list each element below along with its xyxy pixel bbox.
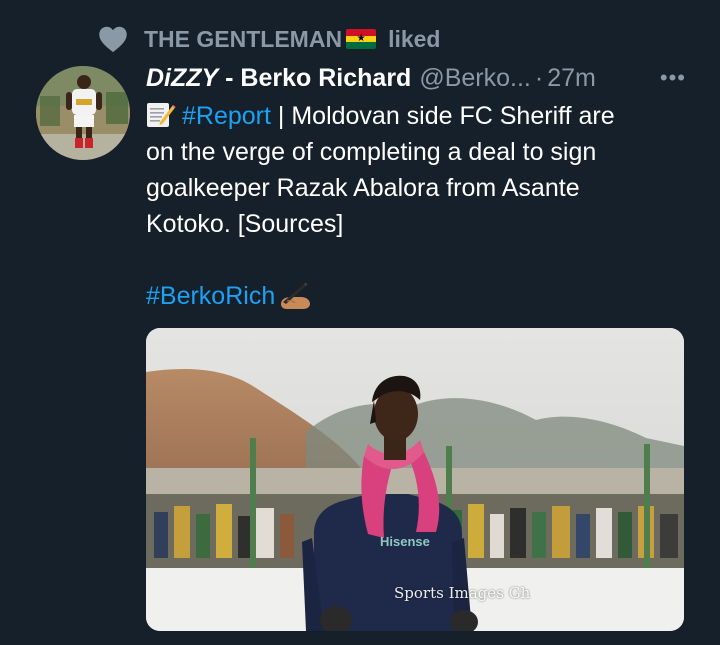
tweet[interactable]: THE GENTLEMAN ★ liked DiZZY - Berko Rich… <box>0 0 720 645</box>
tweet-text: #Report | Moldovan side FC Sheriff are o… <box>146 98 696 242</box>
timestamp[interactable]: 27m <box>547 64 596 93</box>
social-context: THE GENTLEMAN ★ liked <box>98 22 440 56</box>
author-name-rest: - Berko Richard <box>218 63 412 92</box>
author-name-italic: DiZZY <box>146 63 219 92</box>
author-handle[interactable]: @Berko... <box>419 64 531 93</box>
context-action: liked <box>388 25 441 52</box>
hashtag-report[interactable]: #Report <box>182 102 271 130</box>
text-line-3: goalkeeper Razak Abalora from Asante <box>146 174 580 202</box>
writing-hand-icon <box>281 282 311 309</box>
liker-name[interactable]: THE GENTLEMAN <box>144 26 342 53</box>
more-options-icon[interactable]: ••• <box>660 65 686 91</box>
text-line-4: Kotoko. [Sources] <box>146 210 344 238</box>
heart-icon <box>99 26 127 53</box>
text-line-1: | Moldovan side FC Sheriff are <box>270 102 615 130</box>
separator-dot: · <box>534 63 544 92</box>
hashtag-berkorich[interactable]: #BerkoRich <box>146 282 275 310</box>
ghana-flag-icon: ★ <box>346 29 377 49</box>
avatar[interactable] <box>36 66 130 160</box>
hashtag-line: #BerkoRich <box>146 278 313 314</box>
text-line-2: on the verge of completing a deal to sig… <box>146 138 597 166</box>
shirt-sponsor-text: Hisense <box>380 534 430 549</box>
tweet-media-image[interactable]: Hisense Sports Images Gh <box>146 328 684 631</box>
tweet-header: DiZZY - Berko Richard @Berko... · 27m ••… <box>146 60 686 96</box>
memo-icon <box>147 103 176 127</box>
photo-watermark: Sports Images Gh <box>394 584 531 602</box>
author-name[interactable]: DiZZY - Berko Richard <box>146 64 411 93</box>
